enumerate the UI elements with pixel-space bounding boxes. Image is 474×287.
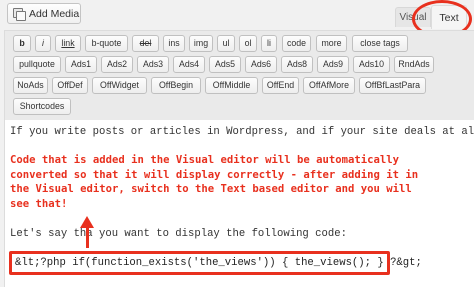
qt-ads6-button[interactable]: Ads6 (245, 56, 277, 73)
qt-more-button[interactable]: more (316, 35, 347, 52)
code-sample-line: &lt;?php if(function_exists('the_views')… (15, 257, 422, 269)
qt-offend-button[interactable]: OffEnd (262, 77, 299, 94)
qt-ads3-button[interactable]: Ads3 (137, 56, 169, 73)
qt-offbflastpara-button[interactable]: OffBfLastPara (359, 77, 426, 94)
qt-offmiddle-button[interactable]: OffMiddle (205, 77, 258, 94)
qt-ads9-button[interactable]: Ads9 (317, 56, 349, 73)
editor-text-line-1: If you write posts or articles in Wordpr… (10, 126, 474, 138)
qt-ads1-button[interactable]: Ads1 (65, 56, 97, 73)
qt-offafmore-button[interactable]: OffAfMore (303, 77, 355, 94)
arrow-shaft (86, 226, 89, 248)
qt-bquote-button[interactable]: b-quote (85, 35, 128, 52)
qt-del-button[interactable]: del (132, 35, 159, 52)
annotation-line: Code that is added in the Visual editor … (10, 154, 400, 166)
qt-close-tags-button[interactable]: close tags (352, 35, 408, 52)
qt-ads5-button[interactable]: Ads5 (209, 56, 241, 73)
qt-ul-button[interactable]: ul (217, 35, 235, 52)
qt-bold-button[interactable]: b (13, 35, 31, 52)
qt-italic-button[interactable]: i (35, 35, 51, 52)
quicktags-toolbar: b i link b-quote del ins img ul ol li co… (4, 30, 474, 120)
qt-code-button[interactable]: code (282, 35, 311, 52)
media-icon (13, 8, 26, 21)
qt-li-button[interactable]: li (261, 35, 277, 52)
qt-ads2-button[interactable]: Ads2 (101, 56, 133, 73)
qt-noads-button[interactable]: NoAds (13, 77, 48, 94)
qt-ol-button[interactable]: ol (239, 35, 257, 52)
editor-text-line-2: Let's say tha you want to display the fo… (10, 228, 347, 240)
qt-pullquote-button[interactable]: pullquote (13, 56, 61, 73)
qt-img-button[interactable]: img (189, 35, 213, 52)
qt-ins-button[interactable]: ins (163, 35, 185, 52)
qt-rndads-button[interactable]: RndAds (394, 56, 434, 73)
annotation-note: Code that is added in the Visual editor … (10, 153, 472, 211)
qt-shortcodes-button[interactable]: Shortcodes (13, 98, 71, 115)
add-media-label: Add Media (29, 7, 80, 20)
annotation-line: converted so that it will display correc… (10, 168, 419, 181)
add-media-button[interactable]: Add Media (7, 3, 81, 24)
qt-offwidget-button[interactable]: OffWidget (92, 77, 147, 94)
qt-offdef-button[interactable]: OffDef (52, 77, 88, 94)
qt-offbegin-button[interactable]: OffBegin (151, 77, 201, 94)
qt-ads4-button[interactable]: Ads4 (173, 56, 205, 73)
qt-ads8-button[interactable]: Ads8 (281, 56, 313, 73)
annotation-line: the Visual editor, switch to the Text ba… (10, 183, 412, 195)
annotation-line: see that! (10, 197, 68, 210)
qt-ads10-button[interactable]: Ads10 (353, 56, 390, 73)
qt-link-button[interactable]: link (55, 35, 81, 52)
